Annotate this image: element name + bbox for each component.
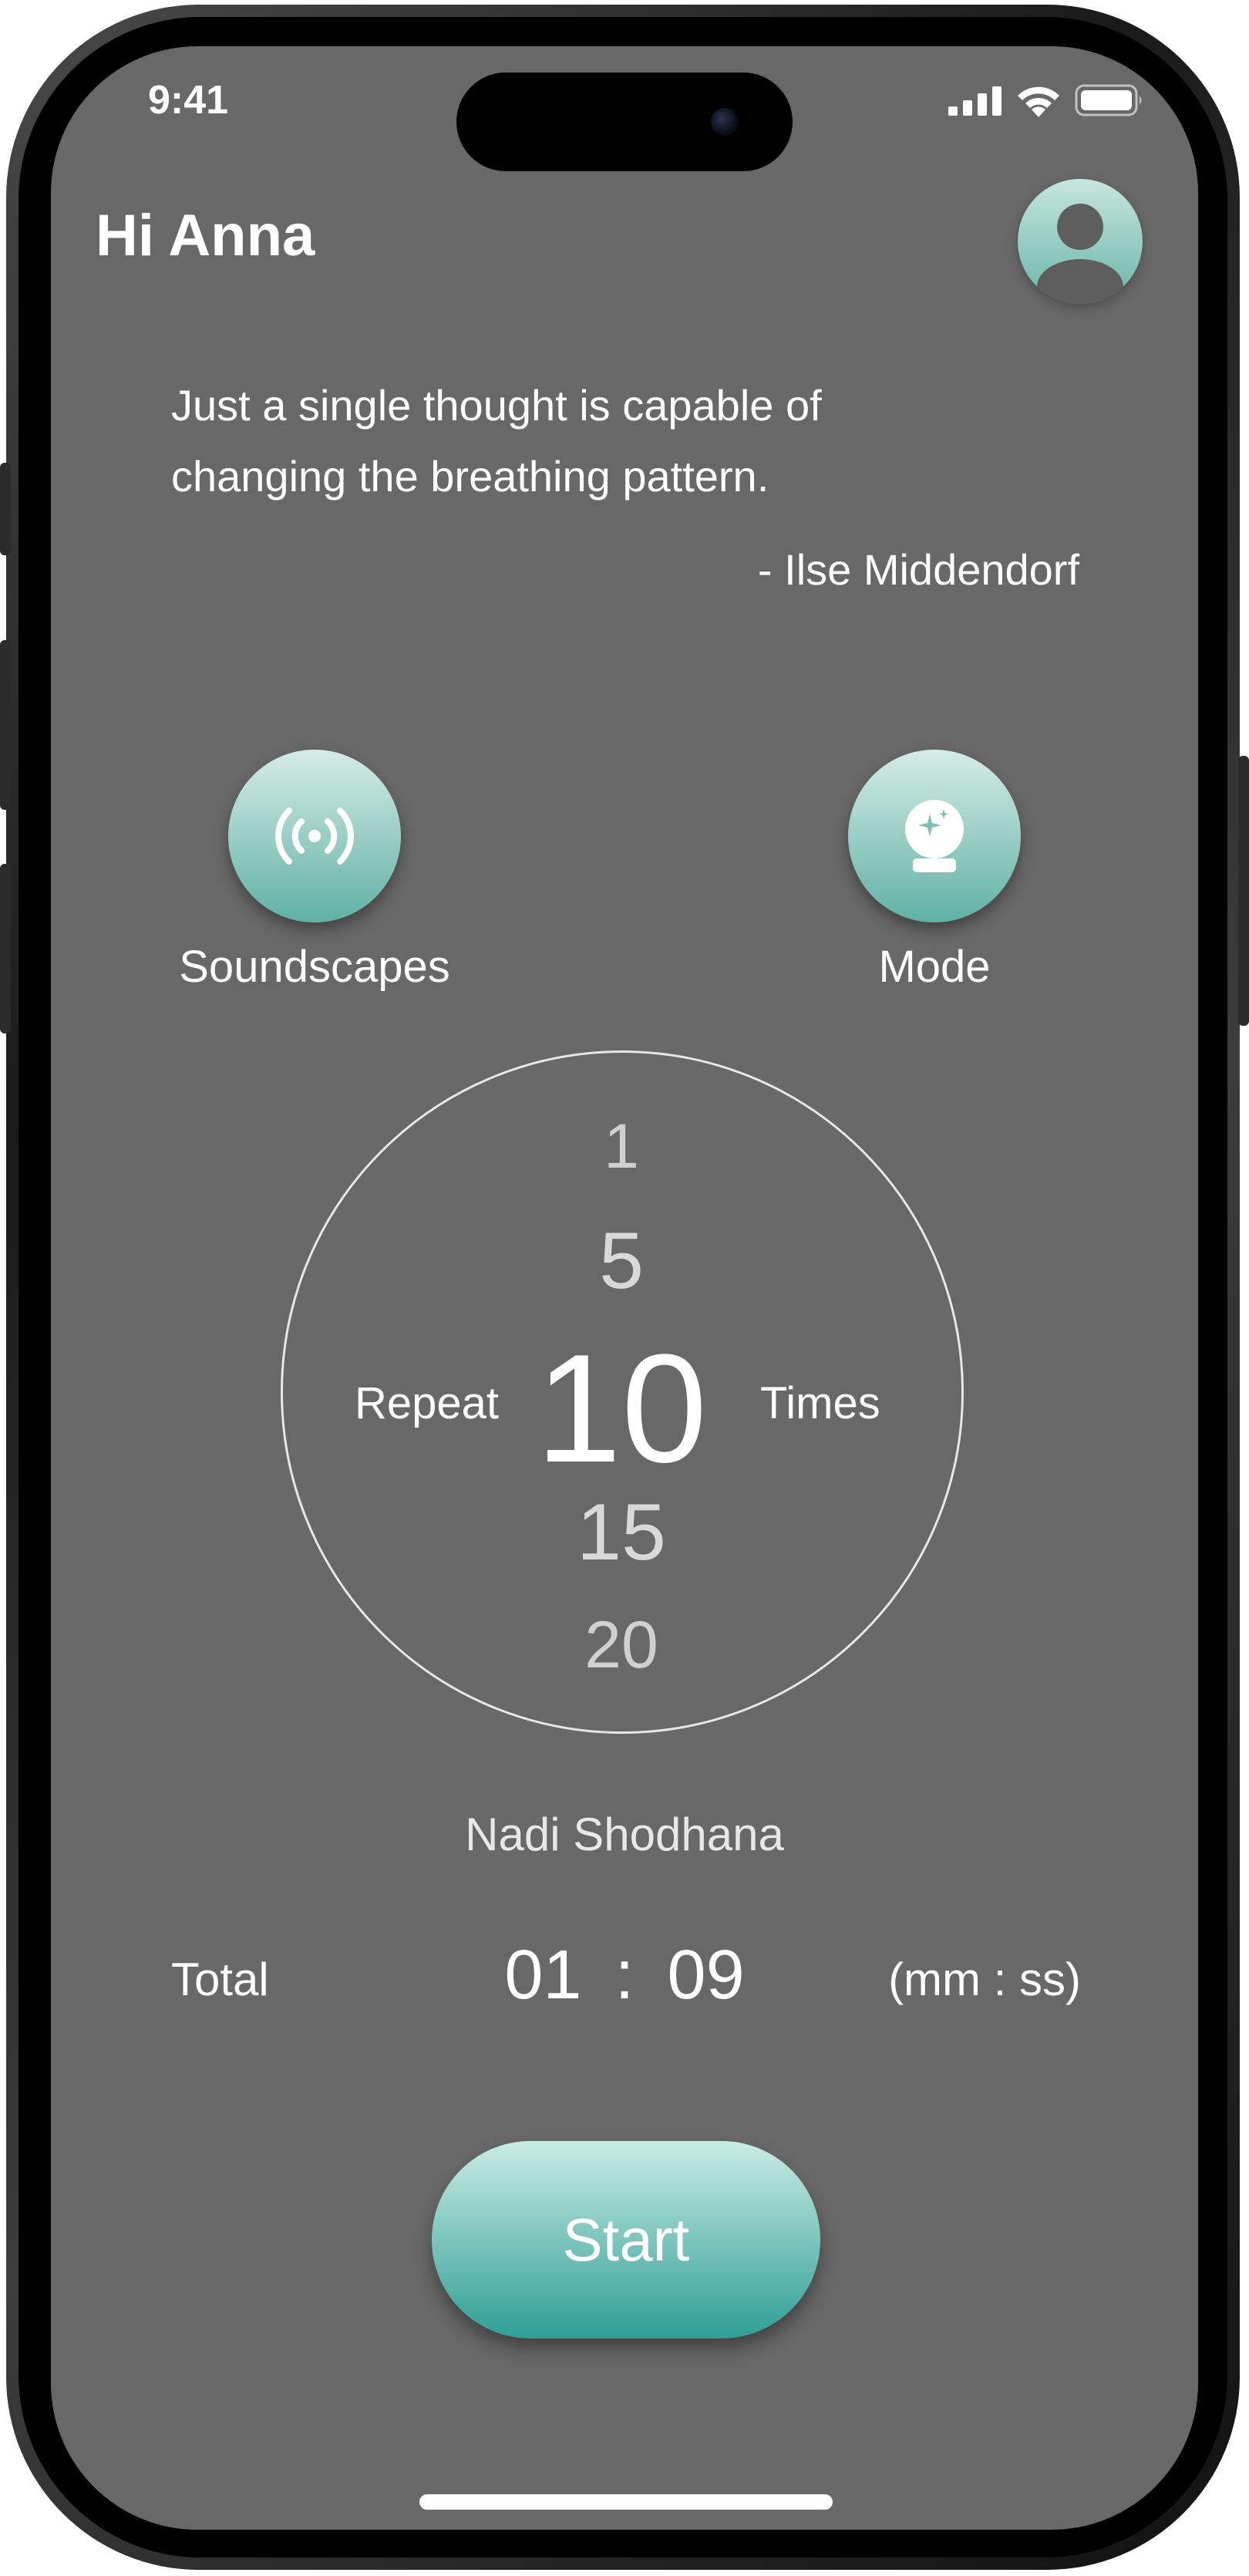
soundscapes-button[interactable] [228, 750, 401, 922]
mode-label: Mode [878, 942, 991, 992]
picker-value[interactable]: 20 [544, 1607, 699, 1684]
soundscapes-label: Soundscapes [179, 942, 450, 992]
user-icon [1037, 204, 1123, 304]
greeting-title: Hi Anna [96, 203, 315, 268]
volume-down-button [0, 864, 11, 1033]
mode-button[interactable] [848, 750, 1021, 922]
action-button [0, 463, 11, 555]
cellular-signal-icon [948, 86, 1002, 116]
time-separator: : [614, 1937, 635, 2014]
quote-author: - Ilse Middendorf [757, 545, 1079, 594]
picker-value[interactable]: 5 [544, 1216, 699, 1307]
repeat-suffix-label: Times [760, 1378, 880, 1428]
crystal-ball-icon [905, 800, 964, 872]
status-icons [948, 80, 1144, 120]
power-button [1238, 756, 1249, 1026]
quote-text: Just a single thought is capable of chan… [171, 381, 822, 501]
start-button[interactable]: Start [432, 2141, 820, 2338]
profile-avatar[interactable] [1018, 179, 1143, 304]
picker-value[interactable]: 15 [544, 1487, 699, 1579]
wifi-icon [1018, 86, 1059, 117]
volume-up-button [0, 640, 11, 810]
status-time: 9:41 [148, 78, 229, 123]
total-label: Total [171, 1954, 269, 2005]
battery-icon [1075, 84, 1142, 116]
technique-name: Nadi Shodhana [465, 1809, 784, 1860]
picker-selected-value[interactable]: 10 [506, 1320, 737, 1498]
time-unit-label: (mm : ss) [888, 1954, 1081, 2005]
repeat-prefix-label: Repeat [355, 1378, 500, 1428]
picker-value[interactable]: 1 [544, 1111, 699, 1183]
home-indicator[interactable] [419, 2494, 833, 2510]
total-seconds: 09 [667, 1937, 745, 2014]
total-minutes: 01 [504, 1937, 582, 2014]
total-duration: 01 : 09 [463, 1936, 786, 2015]
broadcast-icon [275, 808, 354, 865]
dynamic-island [456, 72, 793, 171]
front-camera [711, 108, 739, 136]
